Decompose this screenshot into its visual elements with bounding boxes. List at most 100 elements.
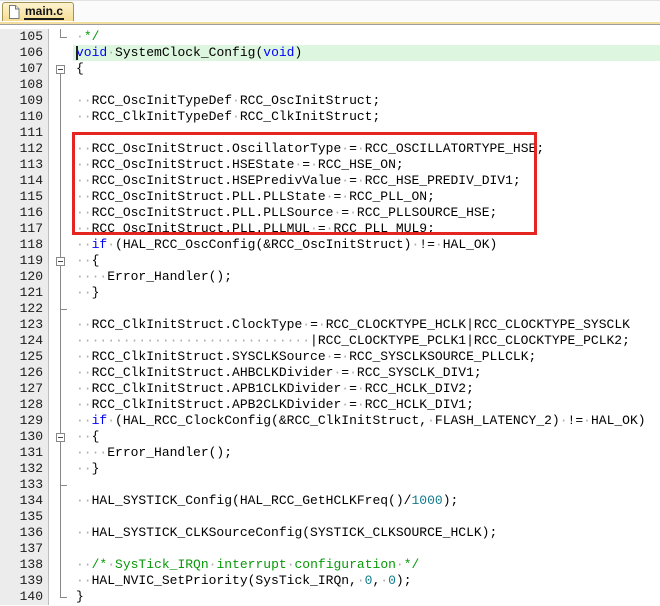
code-line[interactable]: ··{ [73,429,660,445]
code-line[interactable]: ··HAL_SYSTICK_CLKSourceConfig(SYSTICK_CL… [73,525,660,541]
fold-margin [49,445,73,461]
fold-margin [49,461,73,477]
code-line[interactable]: ··RCC_OscInitTypeDef·RCC_OscInitStruct; [73,93,660,109]
code-line[interactable]: ····Error_Handler(); [73,269,660,285]
code-line[interactable]: ····Error_Handler(); [73,445,660,461]
whitespace-dots: · [380,573,389,588]
code-token: RCC_OscInitStruct.OscillatorType [91,141,342,156]
code-line-row: 133 [0,477,660,493]
code-line[interactable]: ··{ [73,253,660,269]
code-token: != [567,413,584,428]
code-line[interactable]: ··RCC_OscInitStruct.HSEState·=·RCC_HSE_O… [73,157,660,173]
code-line[interactable]: ·*/ [73,29,660,45]
fold-toggle-icon[interactable] [56,433,65,442]
code-line[interactable]: ··RCC_ClkInitStruct.AHBCLKDivider·=·RCC_… [73,365,660,381]
fold-toggle-icon[interactable] [56,65,65,74]
whitespace-dots: ·· [76,397,92,412]
code-line[interactable]: ··HAL_NVIC_SetPriority(SysTick_IRQn,·0,·… [73,573,660,589]
line-number: 119 [0,253,49,269]
code-line[interactable] [73,301,660,317]
line-number: 110 [0,109,49,125]
whitespace-dots: · [341,189,350,204]
whitespace-dots: · [317,317,326,332]
fold-line [60,317,61,333]
whitespace-dots: ·· [76,253,92,268]
code-line[interactable] [73,509,660,525]
fold-margin [49,365,73,381]
code-token: */ [403,557,420,572]
code-line-row: 123 ··RCC_ClkInitStruct.ClockType·=·RCC_C… [0,317,660,333]
code-editor-window: main.c 105 ·*/106 void·SystemClock_Config(… [0,0,660,606]
line-number: 127 [0,381,49,397]
code-token: { [91,429,100,444]
line-number: 118 [0,237,49,253]
line-number: 126 [0,365,49,381]
whitespace-dots: ·· [76,381,92,396]
code-line-row: 138 ··/*·SysTick_IRQn·interrupt·configura… [0,557,660,573]
code-line[interactable] [73,125,660,141]
fold-margin [49,77,73,93]
code-line[interactable] [73,77,660,93]
code-line[interactable]: ··} [73,285,660,301]
code-line[interactable]: ··RCC_ClkInitStruct.APB2CLKDivider·=·RCC… [73,397,660,413]
fold-line [60,397,61,413]
code-line[interactable]: ··RCC_OscInitStruct.HSEPredivValue·=·RCC… [73,173,660,189]
code-token: (HAL_RCC_ClockConfig(&RCC_ClkInitStruct, [115,413,428,428]
code-token: = [349,141,357,156]
whitespace-dots: ······························ [76,333,311,348]
code-line[interactable]: ··RCC_ClkInitStruct.ClockType·=·RCC_CLOC… [73,317,660,333]
code-line[interactable]: ······························|RCC_CLOCK… [73,333,660,349]
line-number: 137 [0,541,49,557]
code-line[interactable]: ··RCC_OscInitStruct.PLL.PLLSource·=·RCC_… [73,205,660,221]
tab-main-c[interactable]: main.c [2,2,75,21]
line-number: 115 [0,189,49,205]
whitespace-dots: ···· [76,269,108,284]
whitespace-dots: · [356,141,365,156]
whitespace-dots: ·· [76,189,92,204]
code-line[interactable]: ··RCC_OscInitStruct.PLL.PLLState·=·RCC_P… [73,189,660,205]
whitespace-dots: ·· [76,93,92,108]
fold-toggle-icon[interactable] [56,257,65,266]
code-line[interactable]: ··if·(HAL_RCC_ClockConfig(&RCC_ClkInitSt… [73,413,660,429]
code-line-row: 115 ··RCC_OscInitStruct.PLL.PLLState·=·RC… [0,189,660,205]
code-line[interactable]: ··RCC_ClkInitTypeDef·RCC_ClkInitStruct; [73,109,660,125]
line-number: 139 [0,573,49,589]
code-token: } [76,589,84,604]
code-line[interactable]: ··HAL_SYSTICK_Config(HAL_RCC_GetHCLKFreq… [73,493,660,509]
code-line-row: 107 { [0,61,660,77]
code-token: RCC_OscInitStruct.PLL.PLLSource [91,205,334,220]
code-line[interactable]: ··RCC_ClkInitStruct.APB1CLKDivider·=·RCC… [73,381,660,397]
line-number: 109 [0,93,49,109]
code-line[interactable]: ··} [73,461,660,477]
code-token: RCC_CLOCKTYPE_HCLK|RCC_CLOCKTYPE_SYSCLK [325,317,630,332]
fold-margin [49,269,73,285]
whitespace-dots: ·· [76,157,92,172]
whitespace-dots: · [583,413,591,428]
code-line-row: 113 ··RCC_OscInitStruct.HSEState·=·RCC_HS… [0,157,660,173]
code-line[interactable]: ··if·(HAL_RCC_OscConfig(&RCC_OscInitStru… [73,237,660,253]
code-line[interactable]: } [73,589,660,605]
editor-area[interactable]: 105 ·*/106 void·SystemClock_Config(void) 10… [0,25,660,606]
code-line[interactable]: ··RCC_OscInitStruct.OscillatorType·=·RCC… [73,141,660,157]
code-line[interactable]: ··RCC_OscInitStruct.PLL.PLLMUL·=·RCC_PLL… [73,221,660,237]
code-line-row: 122 [0,301,660,317]
whitespace-dots: ·· [76,205,92,220]
code-line-row: 105 ·*/ [0,29,660,45]
whitespace-dots: · [349,205,357,220]
fold-margin [49,141,73,157]
document-icon [8,5,20,19]
code-line[interactable] [73,477,660,493]
code-line[interactable]: { [73,61,660,77]
code-line[interactable]: void·SystemClock_Config(void) [73,45,660,61]
line-number: 138 [0,557,49,573]
whitespace-dots: · [356,397,365,412]
whitespace-dots: ·· [76,493,92,508]
code-line[interactable] [73,541,660,557]
code-line[interactable]: ··/*·SysTick_IRQn·interrupt·configuratio… [73,557,660,573]
fold-margin [49,45,73,61]
code-line[interactable]: ··RCC_ClkInitStruct.SYSCLKSource·=·RCC_S… [73,349,660,365]
whitespace-dots: · [302,317,311,332]
code-token: = [317,221,326,236]
code-token: RCC_OSCILLATORTYPE_HSE; [364,141,545,156]
whitespace-dots: ·· [76,349,92,364]
